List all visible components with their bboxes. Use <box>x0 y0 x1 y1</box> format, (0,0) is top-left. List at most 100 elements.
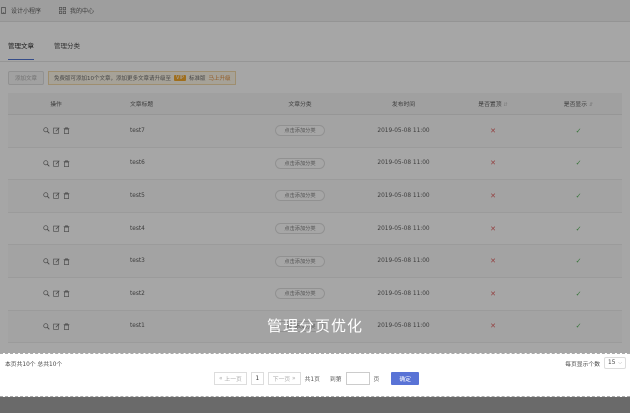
check-icon[interactable]: ✓ <box>576 257 582 265</box>
row-actions <box>8 127 104 135</box>
total-pages: 共1页 <box>304 377 320 383</box>
pinned-cell: ✕ <box>451 159 535 167</box>
add-article-button[interactable]: 添加文章 <box>8 71 45 85</box>
search-icon[interactable] <box>42 258 50 265</box>
add-category-button[interactable]: 点击添加分类 <box>275 320 325 332</box>
cross-icon[interactable]: ✕ <box>490 225 496 233</box>
tab-manage-articles[interactable]: 管理文章 <box>8 40 34 60</box>
sort-icon[interactable]: ⇵ <box>589 102 593 108</box>
mobile-icon <box>1 7 6 14</box>
publish-time: 2019-05-08 11:00 <box>377 160 430 167</box>
pinned-cell: ✕ <box>451 322 535 330</box>
upgrade-link[interactable]: 马上升级 <box>208 74 230 82</box>
add-category-button[interactable]: 点击添加分类 <box>275 190 325 202</box>
cross-icon[interactable]: ✕ <box>490 322 496 330</box>
search-icon[interactable] <box>42 225 50 232</box>
visible-cell: ✓ <box>535 192 622 200</box>
search-icon[interactable] <box>42 290 50 297</box>
add-category-button[interactable]: 点击添加分类 <box>275 157 325 169</box>
table-row: test3 点击添加分类 2019-05-08 11:00 ✕ ✓ <box>8 245 622 278</box>
tab-manage-categories[interactable]: 管理分类 <box>54 40 80 60</box>
add-category-button[interactable]: 点击添加分类 <box>275 255 325 267</box>
search-icon[interactable] <box>42 323 50 330</box>
table-header: 操作 文章标题 文章分类 发布时间 是否置顶 ⇵ 是否显示 ⇵ <box>8 93 622 115</box>
check-icon[interactable]: ✓ <box>576 225 582 233</box>
goto-page-input[interactable] <box>345 372 370 385</box>
row-actions <box>8 192 104 200</box>
trash-icon[interactable] <box>63 257 70 265</box>
check-icon[interactable]: ✓ <box>576 192 582 200</box>
per-page-control: 每页显示个数 15 ⌵ <box>565 357 626 369</box>
cross-icon[interactable]: ✕ <box>490 257 496 265</box>
trash-icon[interactable] <box>63 225 70 233</box>
publish-time: 2019-05-08 11:00 <box>377 323 430 330</box>
upgrade-notice: 免费版可添加10个文章，添加更多文章请升级至 VIP 标准版 马上升级 <box>48 71 237 85</box>
cross-icon[interactable]: ✕ <box>490 159 496 167</box>
publish-time: 2019-05-08 11:00 <box>377 192 430 199</box>
add-category-button[interactable]: 点击添加分类 <box>275 288 325 300</box>
cross-icon[interactable]: ✕ <box>490 127 496 135</box>
nav-design-miniprogram[interactable]: 设计小程序 <box>0 0 50 22</box>
upgrade-plan-text: 标准版 <box>188 76 206 82</box>
category-cell: 点击添加分类 <box>244 288 356 300</box>
table-row: test7 点击添加分类 2019-05-08 11:00 ✕ ✓ <box>8 115 622 148</box>
page-number-button[interactable]: 1 <box>250 372 264 385</box>
row-actions <box>8 225 104 233</box>
pagination-footer: 本页共10个 总共10个 每页显示个数 15 ⌵ « 上一页 1 下一页 » 共… <box>0 354 630 396</box>
trash-icon[interactable] <box>63 323 70 330</box>
visible-cell: ✓ <box>535 225 622 233</box>
cross-icon[interactable]: ✕ <box>490 192 496 200</box>
check-icon[interactable]: ✓ <box>576 322 582 330</box>
edit-icon[interactable] <box>52 258 60 265</box>
prev-page-button[interactable]: « 上一页 <box>214 372 247 385</box>
notice-text: 免费版可添加10个文章，添加更多文章请升级至 <box>54 76 172 82</box>
edit-icon[interactable] <box>52 290 60 297</box>
tab-bar: 管理文章 管理分类 <box>8 40 80 60</box>
per-page-select[interactable]: 15 ⌵ <box>604 357 626 369</box>
confirm-button[interactable]: 确定 <box>391 372 419 385</box>
edit-icon[interactable] <box>52 323 60 330</box>
grid-icon <box>59 7 66 14</box>
check-icon[interactable]: ✓ <box>576 127 582 135</box>
edit-icon[interactable] <box>52 127 60 134</box>
main-content: 管理文章 管理分类 添加文章 免费版可添加10个文章，添加更多文章请升级至 VI… <box>0 22 630 353</box>
nav-label: 设计小程序 <box>11 8 42 15</box>
search-icon[interactable] <box>42 127 50 134</box>
header-title: 文章标题 <box>130 102 154 108</box>
header-visible-label: 是否显示 <box>563 102 587 108</box>
check-icon[interactable]: ✓ <box>576 159 582 167</box>
publish-time: 2019-05-08 11:00 <box>377 258 430 265</box>
category-cell: 点击添加分类 <box>244 320 356 332</box>
article-title: test4 <box>130 225 145 232</box>
check-icon[interactable]: ✓ <box>576 290 582 298</box>
pinned-cell: ✕ <box>451 127 535 135</box>
visible-cell: ✓ <box>535 290 622 298</box>
search-icon[interactable] <box>42 160 50 167</box>
edit-icon[interactable] <box>52 160 60 167</box>
trash-icon[interactable] <box>63 127 70 135</box>
row-actions <box>8 257 104 265</box>
cross-icon[interactable]: ✕ <box>490 290 496 298</box>
trash-icon[interactable] <box>63 160 70 167</box>
add-category-button[interactable]: 点击添加分类 <box>275 223 325 235</box>
next-page-button[interactable]: 下一页 » <box>267 372 301 385</box>
add-category-button[interactable]: 点击添加分类 <box>275 125 325 137</box>
edit-icon[interactable] <box>52 225 60 232</box>
article-title: test3 <box>130 258 145 265</box>
trash-icon[interactable] <box>63 192 70 200</box>
trash-icon[interactable] <box>63 290 70 298</box>
page-unit-label: 页 <box>373 377 380 383</box>
article-title: test5 <box>130 192 145 199</box>
double-chevron-right-icon: » <box>292 375 296 382</box>
publish-time: 2019-05-08 11:00 <box>377 290 430 297</box>
double-chevron-left-icon: « <box>219 375 223 382</box>
search-icon[interactable] <box>42 192 50 200</box>
table-body: test7 点击添加分类 2019-05-08 11:00 ✕ ✓ test6 … <box>8 115 622 344</box>
edit-icon[interactable] <box>52 192 60 200</box>
table-row: test4 点击添加分类 2019-05-08 11:00 ✕ ✓ <box>8 213 622 246</box>
pinned-cell: ✕ <box>451 192 535 200</box>
prev-page-label: 上一页 <box>224 377 242 383</box>
nav-my-center[interactable]: 我的中心 <box>50 0 103 22</box>
category-cell: 点击添加分类 <box>244 223 356 235</box>
sort-icon[interactable]: ⇵ <box>504 102 508 108</box>
